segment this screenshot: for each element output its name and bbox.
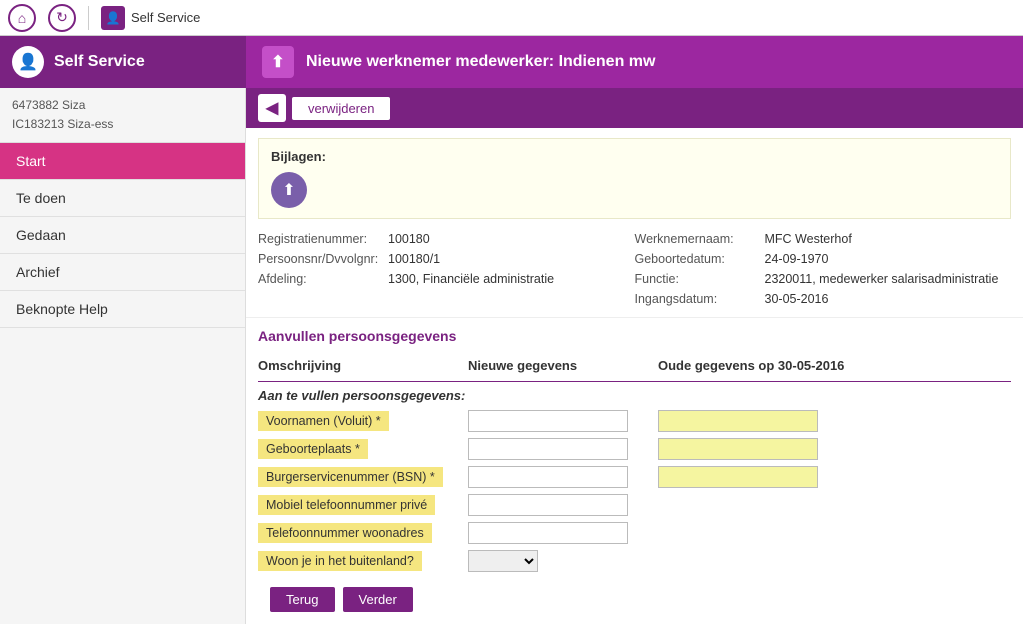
info-registratienummer: Registratienummer: 100180	[258, 229, 635, 249]
sidebar-item-archief[interactable]: Archief	[0, 254, 245, 291]
section-header-label: Aan te vullen persoonsgegevens:	[258, 382, 1011, 408]
aanvullen-title: Aanvullen persoonsgegevens	[258, 328, 1011, 344]
info-functie: Functie: 2320011, medewerker salarisadmi…	[635, 269, 1012, 289]
sidebar-item-te-doen[interactable]: Te doen	[0, 180, 245, 217]
aanvullen-section: Aanvullen persoonsgegevens Omschrijving …	[246, 318, 1023, 624]
divider	[88, 6, 89, 30]
sidebar-item-beknopte-help[interactable]: Beknopte Help	[0, 291, 245, 328]
person-icon: 👤	[101, 6, 125, 30]
top-bar-title: Self Service	[131, 10, 200, 25]
header-right-title: Nieuwe werknemer medewerker: Indienen mw	[306, 53, 655, 71]
info-grid: Registratienummer: 100180 Persoonsnr/Dvv…	[246, 229, 1023, 318]
table-row: Woon je in het buitenland? Ja Nee	[258, 547, 1011, 575]
header-person-icon: 👤	[12, 46, 44, 78]
info-geboortedatum: Geboortedatum: 24-09-1970	[635, 249, 1012, 269]
input-bsn[interactable]	[468, 466, 628, 488]
user-section: 👤 Self Service	[101, 6, 200, 30]
verder-button[interactable]: Verder	[343, 587, 413, 612]
bijlagen-title: Bijlagen:	[271, 149, 998, 164]
table-row: Burgerservicenummer (BSN) *	[258, 463, 1011, 491]
header-right: ⬆ Nieuwe werknemer medewerker: Indienen …	[246, 36, 1023, 88]
input-geboorteplaats[interactable]	[468, 438, 628, 460]
col-omschrijving-header: Omschrijving	[258, 354, 468, 382]
table-row: Telefoonnummer woonadres	[258, 519, 1011, 547]
back-nav-icon[interactable]: ◀	[258, 94, 286, 122]
section-header-row: Aan te vullen persoonsgegevens:	[258, 382, 1011, 408]
sidebar-item-gedaan[interactable]: Gedaan	[0, 217, 245, 254]
info-werknemernaam: Werknemernaam: MFC Westerhof	[635, 229, 1012, 249]
delete-button[interactable]: verwijderen	[292, 97, 390, 120]
header-left-title: Self Service	[54, 53, 145, 71]
field-label-geboorteplaats: Geboorteplaats *	[258, 439, 368, 459]
sidebar-item-start[interactable]: Start	[0, 143, 245, 180]
col-nieuwe-gegevens-header: Nieuwe gegevens	[468, 354, 658, 382]
select-buitenland[interactable]: Ja Nee	[468, 550, 538, 572]
top-bar: ⌂ ↻ 👤 Self Service	[0, 0, 1023, 36]
table-row: Voornamen (Voluit) *	[258, 407, 1011, 435]
field-label-bsn: Burgerservicenummer (BSN) *	[258, 467, 443, 487]
field-label-mobiel: Mobiel telefoonnummer privé	[258, 495, 435, 515]
old-value-geboorteplaats	[658, 438, 818, 460]
footer-buttons: Terug Verder	[258, 575, 1011, 624]
action-bar: ◀ verwijderen	[246, 88, 1023, 128]
field-label-buitenland: Woon je in het buitenland?	[258, 551, 422, 571]
field-label-telefoonnummer: Telefoonnummer woonadres	[258, 523, 432, 543]
terug-button[interactable]: Terug	[270, 587, 335, 612]
field-label-voornamen: Voornamen (Voluit) *	[258, 411, 389, 431]
info-afdeling: Afdeling: 1300, Financiële administratie	[258, 269, 635, 289]
bijlagen-section: Bijlagen: ⬆	[258, 138, 1011, 219]
content-area: ◀ verwijderen Bijlagen: ⬆ Registratienum…	[246, 88, 1023, 624]
old-value-voornamen	[658, 410, 818, 432]
header-left: 👤 Self Service	[0, 36, 246, 88]
home-icon[interactable]: ⌂	[8, 4, 36, 32]
refresh-icon[interactable]: ↻	[48, 4, 76, 32]
main: 6473882 Siza IC183213 Siza-ess Start Te …	[0, 88, 1023, 624]
sidebar: 6473882 Siza IC183213 Siza-ess Start Te …	[0, 88, 246, 624]
sidebar-info-line1: 6473882 Siza	[12, 96, 233, 115]
input-voornamen[interactable]	[468, 410, 628, 432]
table-row: Geboorteplaats *	[258, 435, 1011, 463]
input-telefoonnummer[interactable]	[468, 522, 628, 544]
bijlagen-upload-icon[interactable]: ⬆	[271, 172, 307, 208]
info-persoonsnr: Persoonsnr/Dvvolgnr: 100180/1	[258, 249, 635, 269]
col-oude-gegevens-header: Oude gegevens op 30-05-2016	[658, 354, 1011, 382]
info-ingangsdatum: Ingangsdatum: 30-05-2016	[635, 289, 1012, 309]
old-value-bsn	[658, 466, 818, 488]
form-table: Omschrijving Nieuwe gegevens Oude gegeve…	[258, 354, 1011, 575]
header: 👤 Self Service ⬆ Nieuwe werknemer medewe…	[0, 36, 1023, 88]
sidebar-info-line2: IC183213 Siza-ess	[12, 115, 233, 134]
sidebar-nav: Start Te doen Gedaan Archief Beknopte He…	[0, 143, 245, 328]
sidebar-info: 6473882 Siza IC183213 Siza-ess	[0, 88, 245, 143]
header-right-icon: ⬆	[262, 46, 294, 78]
input-mobiel[interactable]	[468, 494, 628, 516]
table-row: Mobiel telefoonnummer privé	[258, 491, 1011, 519]
